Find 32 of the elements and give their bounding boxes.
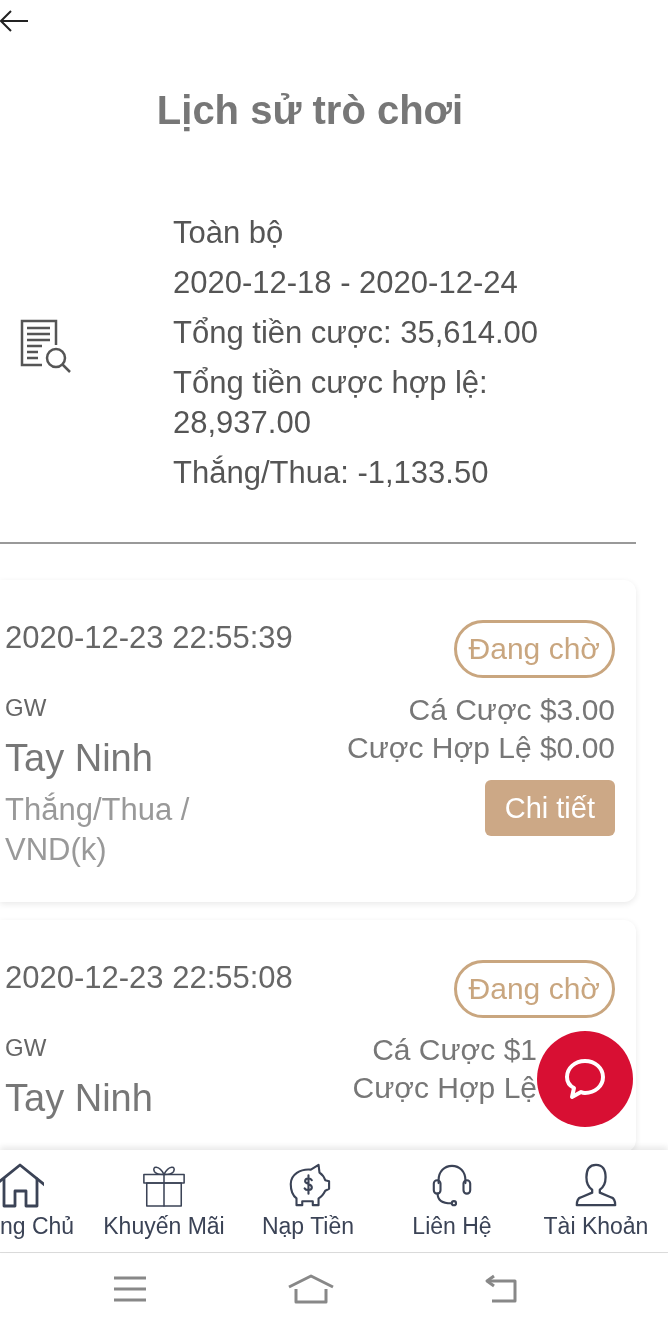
document-search-icon (20, 319, 72, 373)
summary-text: Toàn bộ (173, 214, 285, 252)
back-arrow-icon[interactable] (0, 10, 28, 32)
bet-amount: Cá Cược $1 (372, 1032, 537, 1068)
nav-item[interactable]: Nạp Tiền (236, 1150, 380, 1252)
back-icon[interactable] (484, 1273, 518, 1304)
menu-icon[interactable] (113, 1275, 147, 1302)
house-icon (0, 1162, 44, 1208)
win-loss-label: Thắng/Thua / VND(k) (5, 791, 191, 869)
summary-text: Tổng tiền cược hợp lệ: 28,937.00 (173, 364, 489, 442)
status-badge: Đang chờ (453, 960, 615, 1018)
bet-time: 2020-12-23 22:55:08 (5, 960, 293, 996)
home-icon[interactable] (287, 1273, 335, 1304)
summary-text: 2020-12-18 - 2020-12-24 (173, 264, 519, 302)
provider-label: GW (5, 1033, 47, 1063)
person-icon (573, 1162, 619, 1208)
bet-time: 2020-12-23 22:55:39 (5, 620, 293, 656)
page-title: Lịch sử trò chơi (155, 87, 465, 134)
nav-item[interactable]: ng Chủ (0, 1150, 92, 1252)
game-name: Tay Ninh (5, 1076, 153, 1120)
status-badge: Đang chờ (453, 620, 615, 678)
summary-text: Tổng tiền cược: 35,614.00 (173, 314, 540, 352)
bet-amount: Cá Cược $3.00 (408, 692, 615, 728)
valid-bet-amount: Cược Hợp Lệ $0.00 (347, 730, 615, 766)
chat-bubble-icon (563, 1057, 607, 1101)
game-name: Tay Ninh (5, 736, 153, 780)
provider-label: GW (5, 693, 47, 723)
nav-item[interactable]: Tài Khoản (524, 1150, 668, 1252)
nav-item[interactable]: Liên Hệ (380, 1150, 524, 1252)
nav-item[interactable]: Khuyến Mãi (92, 1150, 236, 1252)
summary-text: Thắng/Thua: -1,133.50 (173, 454, 490, 492)
valid-bet-amount: Cược Hợp Lệ (352, 1070, 537, 1106)
